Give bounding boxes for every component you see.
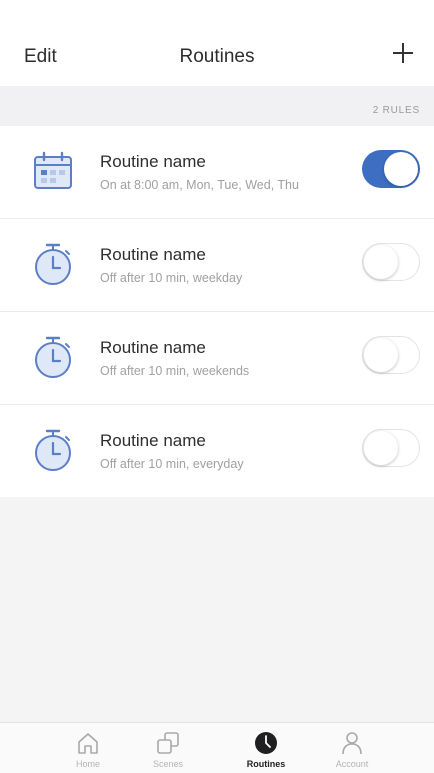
routine-toggle[interactable] bbox=[362, 150, 420, 188]
tab-routines[interactable]: Routines bbox=[226, 729, 306, 769]
timer-icon bbox=[35, 336, 71, 378]
tab-label: Routines bbox=[246, 759, 286, 769]
scenes-icon bbox=[157, 732, 179, 754]
routine-name: Routine name bbox=[100, 338, 206, 357]
routine-name: Routine name bbox=[100, 245, 206, 264]
tab-home[interactable]: Home bbox=[48, 729, 128, 769]
home-icon bbox=[78, 733, 98, 754]
routine-row[interactable]: Routine name On at 8:00 am, Mon, Tue, We… bbox=[0, 126, 434, 219]
routine-row[interactable]: Routine name Off after 10 min, everyday bbox=[0, 405, 434, 497]
toggle-knob bbox=[364, 338, 398, 372]
tab-scenes[interactable]: Scenes bbox=[128, 729, 208, 769]
tab-bar: Home Scenes Routines Account bbox=[0, 722, 434, 773]
routine-detail: Off after 10 min, weekday bbox=[100, 271, 243, 285]
rules-count: 2 RULES bbox=[372, 105, 420, 116]
timer-icon bbox=[35, 243, 71, 285]
routine-name: Routine name bbox=[100, 431, 206, 450]
tab-label: Account bbox=[335, 759, 369, 769]
routine-toggle[interactable] bbox=[362, 429, 420, 467]
routine-name: Routine name bbox=[100, 152, 206, 171]
section-header: 2 RULES bbox=[0, 86, 434, 126]
tab-label: Home bbox=[75, 759, 100, 769]
tab-label: Scenes bbox=[152, 759, 184, 769]
plus-icon[interactable] bbox=[392, 42, 414, 64]
toggle-knob bbox=[384, 152, 418, 186]
nav-header: Edit Routines bbox=[0, 0, 434, 86]
timer-icon bbox=[35, 429, 71, 471]
page-title: Routines bbox=[179, 46, 255, 67]
routine-row[interactable]: Routine name Off after 10 min, weekends bbox=[0, 312, 434, 405]
routine-detail: On at 8:00 am, Mon, Tue, Wed, Thu bbox=[100, 178, 299, 192]
routine-toggle[interactable] bbox=[362, 336, 420, 374]
routine-toggle[interactable] bbox=[362, 243, 420, 281]
calendar-icon bbox=[34, 151, 72, 189]
account-icon bbox=[342, 732, 362, 755]
routine-row[interactable]: Routine name Off after 10 min, weekday bbox=[0, 219, 434, 312]
toggle-knob bbox=[364, 431, 398, 465]
routine-detail: Off after 10 min, everyday bbox=[100, 457, 244, 471]
routine-detail: Off after 10 min, weekends bbox=[100, 364, 250, 378]
routines-icon bbox=[255, 732, 277, 754]
toggle-knob bbox=[364, 245, 398, 279]
routine-list: Routine name On at 8:00 am, Mon, Tue, We… bbox=[0, 126, 434, 497]
tab-account[interactable]: Account bbox=[312, 729, 392, 769]
